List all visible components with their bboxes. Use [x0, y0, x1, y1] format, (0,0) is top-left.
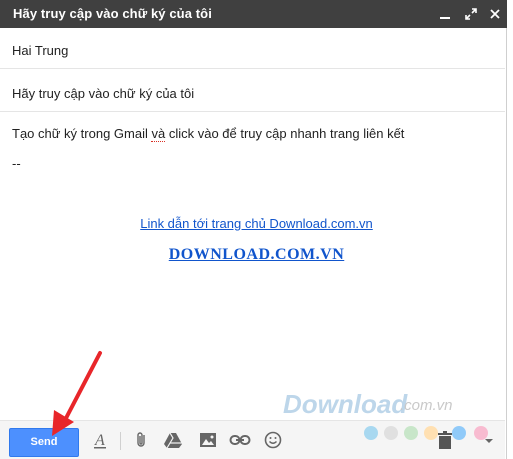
link-icon[interactable]: [229, 430, 251, 450]
attach-icon[interactable]: [132, 430, 152, 450]
watermark-dot: [384, 426, 398, 440]
recipient-chip[interactable]: Hai Trung: [12, 43, 68, 58]
watermark-dot: [452, 426, 466, 440]
body-text-start: Tạo chữ ký trong Gmail: [12, 126, 152, 141]
recipient-field[interactable]: Hai Trung: [0, 30, 505, 69]
watermark-dot: [364, 426, 378, 440]
signature-separator: --: [12, 156, 21, 171]
compose-title: Hãy truy cập vào chữ ký của tôi: [13, 6, 212, 21]
watermark-dot: [404, 426, 418, 440]
body-text-end: click vào để truy cập nhanh trang liên k…: [165, 126, 405, 141]
expand-icon[interactable]: [459, 0, 483, 28]
annotation-arrow: [52, 351, 102, 436]
subject-text: Hãy truy cập vào chữ ký của tôi: [12, 86, 195, 101]
watermark-dot: [424, 426, 438, 440]
emoji-icon[interactable]: [263, 430, 283, 450]
minimize-icon[interactable]: [433, 0, 457, 28]
photo-icon[interactable]: [198, 430, 218, 450]
watermark-dot: [474, 426, 488, 440]
spellcheck-word[interactable]: và: [151, 126, 166, 142]
home-page-link[interactable]: Link dẫn tới trang chủ Download.com.vn: [0, 216, 513, 231]
toolbar-divider: [120, 432, 121, 450]
close-icon[interactable]: [483, 0, 507, 28]
drive-icon[interactable]: [163, 430, 183, 450]
watermark-logo: Download: [283, 389, 408, 419]
watermark-suffix: .com.vn: [400, 397, 453, 414]
compose-title-bar[interactable]: Hãy truy cập vào chữ ký của tôi: [0, 0, 507, 28]
site-link[interactable]: DOWNLOAD.COM.VN: [0, 246, 513, 264]
subject-field[interactable]: Hãy truy cập vào chữ ký của tôi: [0, 73, 505, 112]
body-paragraph: Tạo chữ ký trong Gmail và click vào để t…: [12, 126, 405, 142]
